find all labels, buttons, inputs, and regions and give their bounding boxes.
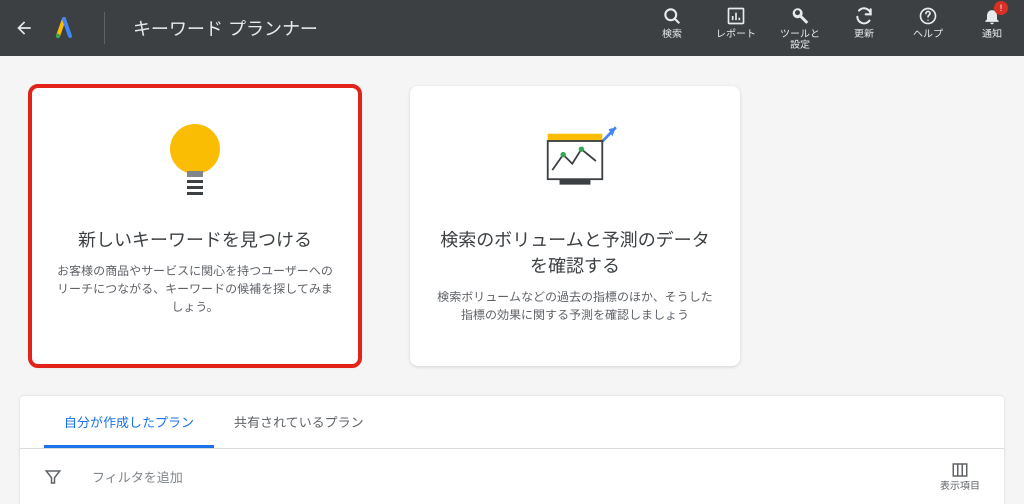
columns-icon: [951, 461, 969, 479]
plans-panel: 自分が作成したプラン 共有されているプラン フィルタを追加 表示項目: [20, 396, 1004, 504]
forecast-card[interactable]: 検索のボリュームと予測のデータを確認する 検索ボリュームなどの過去の指標のほか、…: [410, 86, 740, 366]
plans-tabs: 自分が作成したプラン 共有されているプラン: [20, 396, 1004, 449]
nav-reports-label: レポート: [716, 29, 756, 40]
discover-card-desc: お客様の商品やサービスに関心を持つユーザーへのリーチにつながる、キーワードの候補…: [54, 262, 336, 316]
wrench-icon: [789, 5, 811, 27]
lightbulb-icon: [145, 116, 245, 206]
forecast-card-desc: 検索ボリュームなどの過去の指標のほか、そうした指標の効果に関する予測を確認しまし…: [434, 288, 716, 324]
tab-shared-plans[interactable]: 共有されているプラン: [214, 396, 384, 448]
page-title: キーワード プランナー: [133, 15, 318, 41]
columns-label: 表示項目: [940, 481, 980, 492]
header-divider: [104, 12, 105, 44]
filter-icon[interactable]: [44, 468, 62, 486]
google-ads-logo: [52, 16, 76, 40]
chart-forecast-icon: [525, 116, 625, 206]
search-icon: [661, 5, 683, 27]
nav-refresh-label: 更新: [854, 29, 874, 40]
discover-keywords-card[interactable]: 新しいキーワードを見つける お客様の商品やサービスに関心を持つユーザーへのリーチ…: [30, 86, 360, 366]
header-left: キーワード プランナー: [12, 12, 318, 44]
refresh-icon: [853, 5, 875, 27]
arrow-left-icon: [14, 18, 34, 38]
nav-reports[interactable]: レポート: [716, 5, 756, 40]
forecast-card-title: 検索のボリュームと予測のデータを確認する: [434, 226, 716, 278]
add-filter-button[interactable]: フィルタを追加: [92, 467, 183, 486]
nav-tools-label: ツールと 設定: [780, 29, 820, 51]
tab-my-plans[interactable]: 自分が作成したプラン: [44, 396, 214, 448]
nav-help[interactable]: ヘルプ: [908, 5, 948, 40]
columns-button[interactable]: 表示項目: [940, 461, 980, 492]
nav-notifications[interactable]: ! 通知: [972, 5, 1012, 40]
main-content: 新しいキーワードを見つける お客様の商品やサービスに関心を持つユーザーへのリーチ…: [0, 56, 1024, 366]
discover-card-title: 新しいキーワードを見つける: [78, 226, 312, 252]
nav-tools[interactable]: ツールと 設定: [780, 5, 820, 51]
filter-row: フィルタを追加 表示項目: [20, 449, 1004, 504]
nav-refresh[interactable]: 更新: [844, 5, 884, 40]
nav-search[interactable]: 検索: [652, 5, 692, 40]
nav-search-label: 検索: [662, 29, 682, 40]
notification-badge: !: [994, 1, 1008, 15]
back-button[interactable]: [12, 16, 36, 40]
header-nav: 検索 レポート ツールと 設定 更新 ヘルプ ! 通知: [652, 5, 1012, 51]
help-icon: [917, 5, 939, 27]
nav-notifications-label: 通知: [982, 29, 1002, 40]
nav-help-label: ヘルプ: [913, 29, 943, 40]
app-header: キーワード プランナー 検索 レポート ツールと 設定 更新 ヘルプ ! 通知: [0, 0, 1024, 56]
bar-chart-icon: [725, 5, 747, 27]
